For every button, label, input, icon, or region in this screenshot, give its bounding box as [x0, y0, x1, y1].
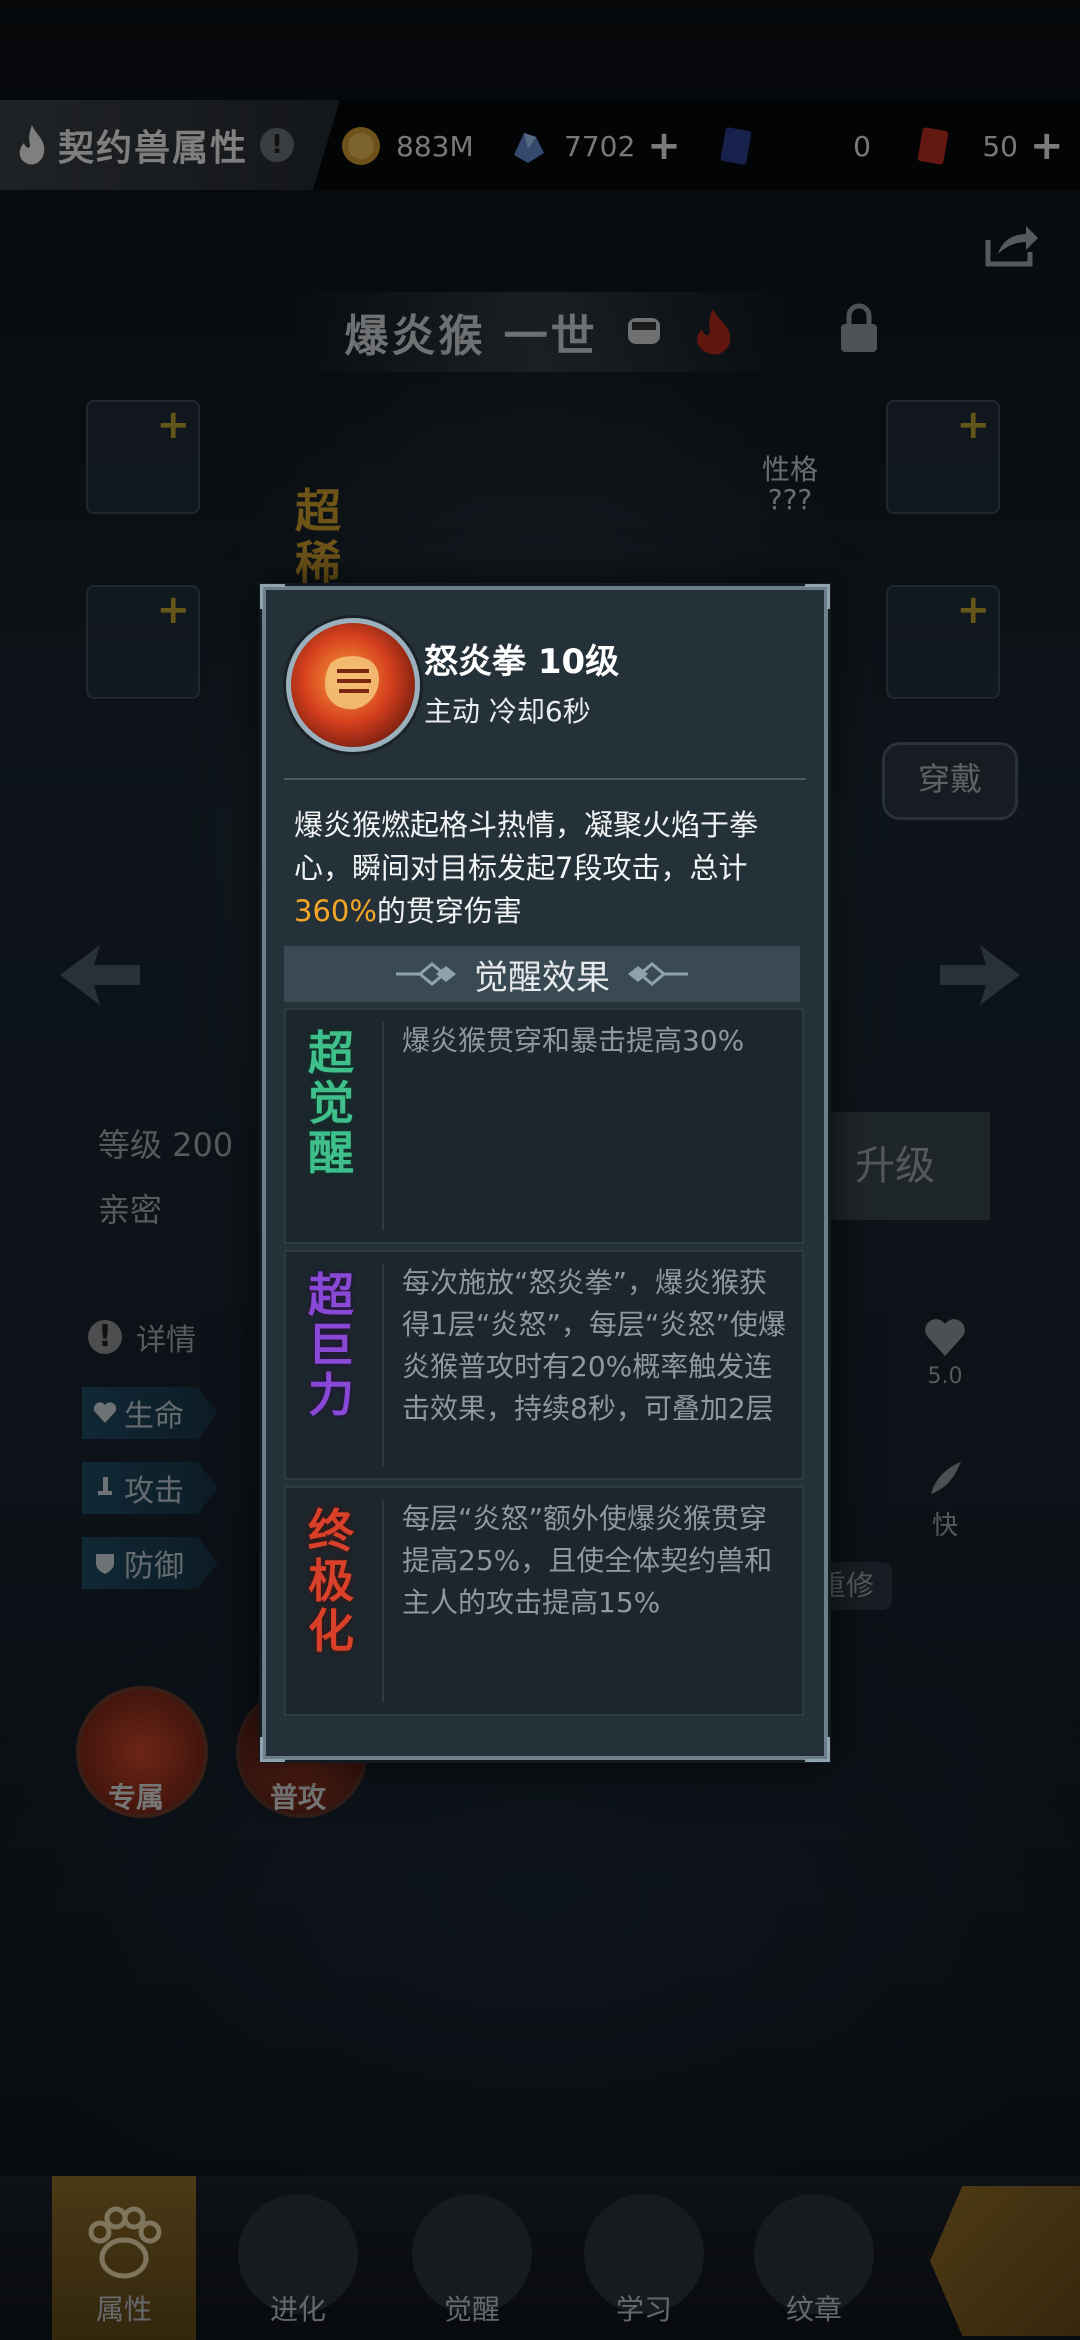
awaken-effect-card: 超觉醒 爆炎猴贯穿和暴击提高30% [284, 1008, 804, 1244]
awaken-badge: 超巨力 [308, 1268, 354, 1422]
desc-text-end: 的贯穿伤害 [376, 894, 522, 928]
fire-fist-skill-icon [286, 618, 420, 752]
ornament-right-icon [628, 962, 688, 986]
awaken-header: 觉醒效果 [284, 946, 800, 1002]
awaken-badge: 终极化 [308, 1504, 354, 1658]
awaken-effect-text: 每层“炎怒”额外使爆炎猴贯穿提高25%，且使全体契约兽和主人的攻击提高15% [402, 1502, 773, 1619]
awaken-title: 觉醒效果 [474, 957, 610, 998]
awaken-effect-text: 爆炎猴贯穿和暴击提高30% [402, 1024, 745, 1057]
skill-description: 爆炎猴燃起格斗热情，凝聚火焰于拳心，瞬间对目标发起7段攻击，总计 360%的贯穿伤… [294, 804, 804, 933]
awaken-badge: 超觉醒 [308, 1026, 354, 1180]
ornament-left-icon [396, 962, 456, 986]
divider [284, 778, 806, 780]
skill-name: 怒炎拳 10级 [424, 642, 620, 682]
skill-meta: 主动 冷却6秒 [424, 695, 591, 728]
desc-highlight: 360% [294, 894, 377, 928]
awaken-effect-card: 终极化 每层“炎怒”额外使爆炎猴贯穿提高25%，且使全体契约兽和主人的攻击提高1… [284, 1486, 804, 1716]
awaken-effect-card: 超巨力 每次施放“怒炎拳”，爆炎猴获得1层“炎怒”，每层“炎怒”使爆炎猴普攻时有… [284, 1250, 804, 1480]
awaken-effect-text: 每次施放“怒炎拳”，爆炎猴获得1层“炎怒”，每层“炎怒”使爆炎猴普攻时有20%概… [402, 1266, 786, 1425]
desc-text: 爆炎猴燃起格斗热情，凝聚火焰于拳心，瞬间对目标发起7段攻击，总计 [294, 808, 759, 885]
skill-popup: 怒炎拳 10级 主动 冷却6秒 爆炎猴燃起格斗热情，凝聚火焰于拳心，瞬间对目标发… [260, 584, 830, 1762]
